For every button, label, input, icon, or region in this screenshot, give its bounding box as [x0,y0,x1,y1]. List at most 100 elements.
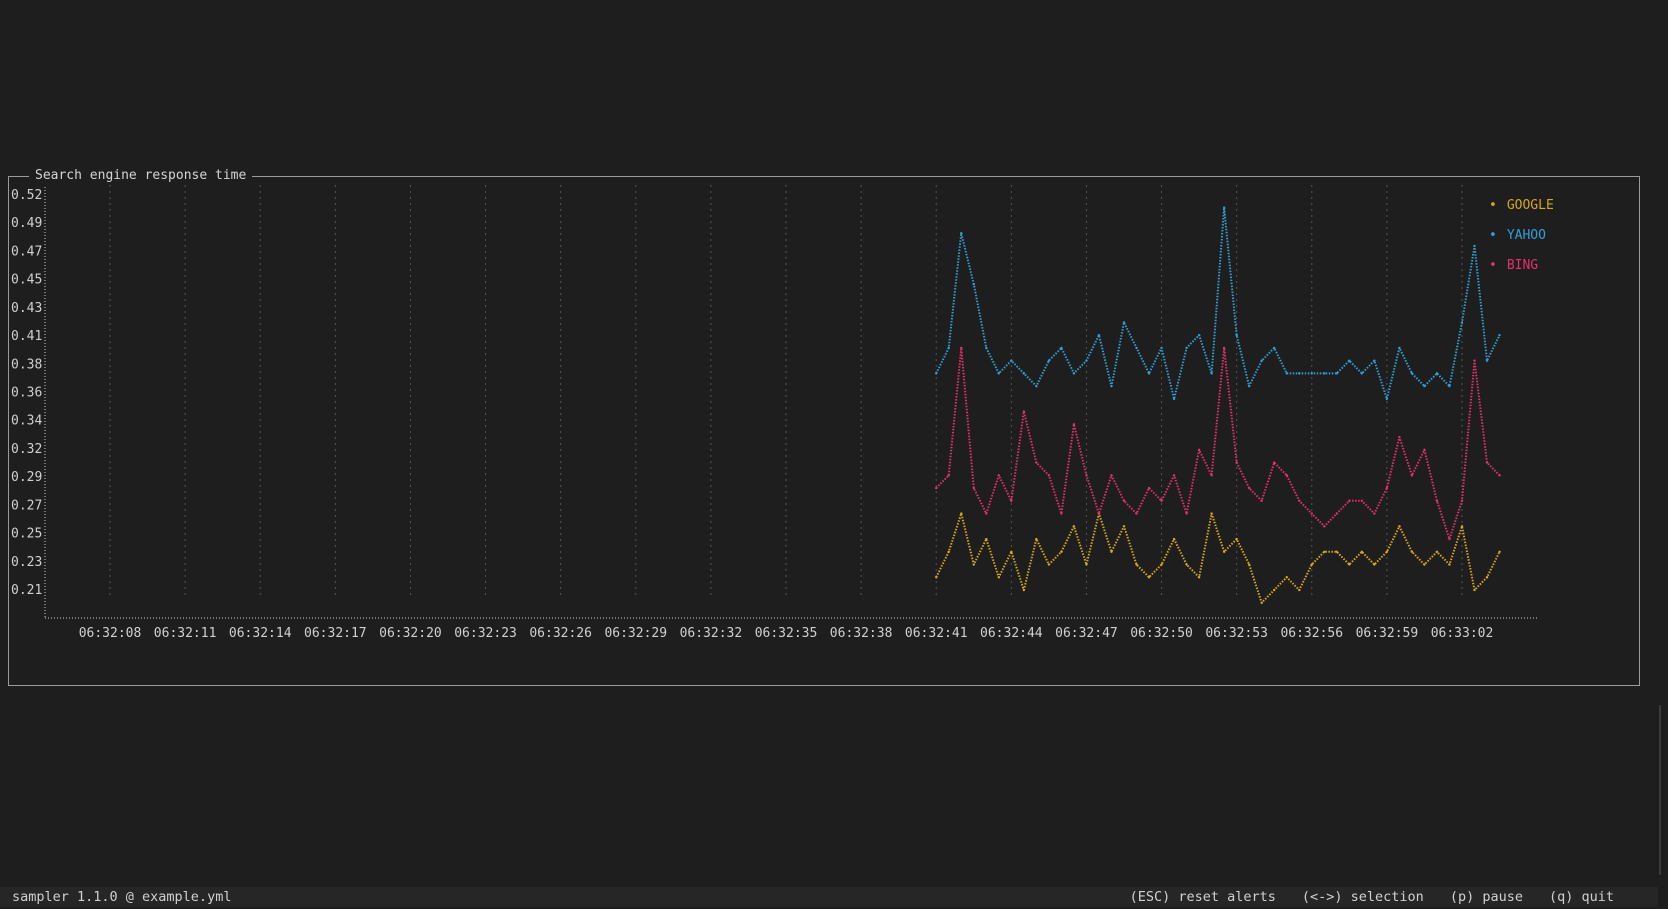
data-point [1460,321,1464,324]
data-point [1435,550,1439,553]
legend-bullet-icon: • [1489,198,1497,213]
data-point [1235,537,1238,541]
data-point [1323,372,1326,375]
data-point [1135,563,1138,566]
x-tick-label: 06:32:44 [980,626,1043,641]
x-tick-label: 06:32:11 [154,626,217,641]
hotkey-selection: (<->) selection [1301,889,1424,905]
data-point [1260,601,1263,604]
data-point [947,550,950,553]
data-point [997,576,1001,579]
data-point [1498,550,1501,553]
data-point [960,512,963,515]
y-tick-label: 0.21 [11,583,42,598]
data-point [1485,461,1489,464]
x-tick-label: 06:32:08 [79,626,142,641]
hotkey-hints: (ESC) reset alerts (<->) selection (p) p… [1104,887,1614,907]
data-point [1110,474,1113,477]
data-point [1247,486,1251,490]
data-point [1185,346,1188,350]
data-point [1473,588,1476,592]
data-point [1360,372,1364,375]
data-point [1210,372,1213,375]
scrollbar[interactable] [1659,705,1661,875]
data-point [1385,397,1389,401]
data-point [1348,499,1351,503]
data-point [1197,576,1201,579]
y-tick-label: 0.41 [11,329,42,344]
x-tick-label: 06:32:32 [680,626,743,641]
data-point [1373,512,1376,515]
data-point [1097,333,1101,337]
data-point [1010,499,1013,503]
data-point [1035,384,1038,388]
data-point [1448,563,1451,566]
data-point [1285,474,1288,477]
data-point [1222,346,1226,350]
x-tick-label: 06:32:26 [529,626,592,641]
data-point [1172,537,1176,541]
data-point [1310,372,1313,375]
data-point [1072,525,1076,528]
data-point [1398,435,1401,439]
data-point [1135,512,1138,515]
y-tick-label: 0.38 [11,357,42,372]
line-chart: 06:32:08 06:32:11 06:32:14 06:32:17 06:32:20… [11,185,1539,641]
data-point [1135,346,1138,350]
data-point [1172,474,1176,477]
y-tick-label: 0.32 [11,442,42,457]
data-point [1072,372,1076,375]
data-point [1047,563,1051,566]
data-point [1410,474,1414,477]
legend-label: YAHOO [1499,228,1546,243]
data-point [1473,359,1476,362]
data-point [1122,321,1126,324]
data-point [972,486,975,490]
x-tick-label: 06:32:56 [1280,626,1343,641]
data-point [1360,499,1364,503]
data-point [1222,550,1226,553]
data-point [1122,499,1126,503]
data-point [1060,512,1063,515]
data-point [1235,333,1238,337]
data-point [1147,486,1151,490]
data-point [1110,384,1113,388]
data-point [1448,537,1451,541]
data-point [1423,384,1426,388]
data-point [1398,525,1401,528]
data-point [1160,563,1163,566]
data-point [1273,588,1276,592]
data-point [1335,372,1339,375]
x-tick-label: 06:32:17 [304,626,367,641]
legend-label: GOOGLE [1499,198,1554,213]
data-point [1210,474,1213,477]
data-point [1385,550,1389,553]
data-point [1348,359,1351,362]
data-point [1373,359,1376,362]
data-point [985,512,988,515]
data-point [935,576,938,579]
data-point [1197,333,1201,337]
series-line-yahoo [935,206,1501,400]
data-point [1097,512,1101,515]
x-tick-label: 06:32:14 [229,626,292,641]
data-point [1360,550,1364,553]
data-point [1298,372,1301,375]
y-tick-label: 0.36 [11,386,42,401]
data-point [1035,537,1038,541]
y-tick-label: 0.23 [11,555,42,570]
data-point [947,346,950,350]
legend-bullet-icon: • [1489,228,1497,243]
x-tick-label: 06:32:59 [1356,626,1419,641]
x-tick-label: 06:32:35 [755,626,818,641]
data-point [1310,563,1313,566]
y-tick-label: 0.27 [11,498,42,513]
data-point [1335,550,1339,553]
data-point [1423,448,1426,452]
x-tick-label: 06:32:47 [1055,626,1118,641]
data-point [1310,512,1313,515]
data-point [1435,499,1439,503]
data-point [1110,550,1113,553]
data-point [1273,346,1276,350]
legend-item-yahoo: • YAHOO [1489,227,1554,257]
